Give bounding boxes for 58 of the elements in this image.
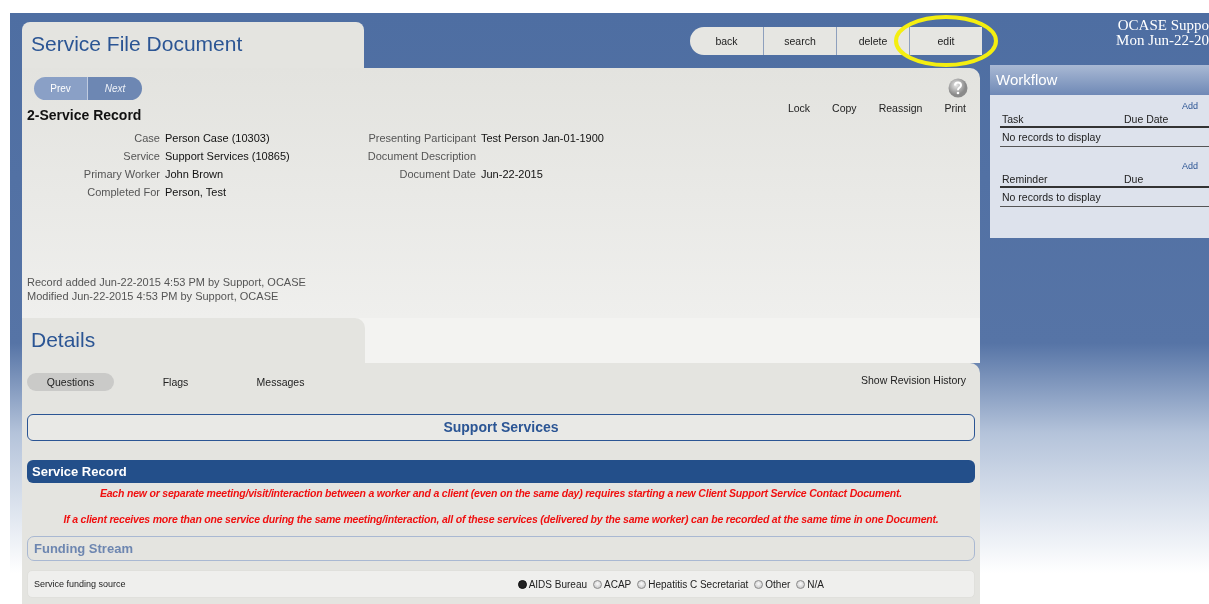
field-label: Document Date (398, 167, 476, 181)
field-label: Document Description (366, 149, 476, 163)
field-value: Jun-22-2015 (481, 167, 544, 181)
field-value: Test Person Jan-01-1900 (481, 131, 604, 145)
field-value: Support Services (10865) (165, 149, 291, 163)
field-label: Primary Worker (82, 167, 160, 181)
empty-message: No records to display (1002, 191, 1101, 203)
option-label: Hepatitis C Secretariat (648, 578, 749, 590)
tab[interactable]: Questions (27, 373, 114, 391)
radio-button[interactable] (796, 579, 806, 589)
column-header: Task (1002, 113, 1025, 125)
page-title: Service File Document (22, 22, 364, 68)
field-label: Completed For (86, 185, 160, 199)
field-label: Presenting Participant (367, 131, 476, 145)
panel-title: Workflow (990, 65, 1209, 95)
radio-button[interactable] (593, 579, 603, 589)
option-label: AIDS Bureau (528, 578, 588, 590)
user-info-text: Mon Jun-22-20 (1116, 33, 1209, 48)
instruction-text: Each new or separate meeting/visit/interaction between a worker and a client (even on the same day) requires starting a new Client Support Service Contact Document. (98, 487, 904, 499)
field-value: John Brown (165, 167, 225, 181)
toolbar-button[interactable]: edit (909, 27, 982, 55)
option-label: N/A (807, 578, 824, 590)
radio-button[interactable] (754, 579, 764, 589)
add-link[interactable]: Add (1182, 101, 1198, 111)
toolbar-button[interactable]: back (690, 27, 763, 55)
toolbar-button[interactable]: delete (836, 27, 909, 55)
form-title: Support Services (27, 414, 975, 441)
empty-message: No records to display (1002, 131, 1101, 143)
option-label: ACAP (604, 578, 632, 590)
question-label: Service funding source (34, 579, 126, 589)
revision-history-link[interactable]: Show Revision History (860, 374, 966, 386)
action-link[interactable]: Reassign (878, 102, 923, 114)
tab[interactable]: Messages (237, 373, 324, 391)
field-value: Person, Test (165, 185, 227, 199)
audit-text: Modified Jun-22-2015 4:53 PM by Support, OCASE (27, 289, 280, 303)
tab[interactable]: Flags (132, 373, 219, 391)
add-link[interactable]: Add (1182, 161, 1198, 171)
instruction-text: If a client receives more than one service during the same meeting/interaction, all of these services (delivered by the same worker) can be recorded at the same time in one Document. (62, 513, 940, 525)
user-info-text: OCASE Suppo (1117, 18, 1209, 33)
action-link[interactable]: Lock (787, 102, 811, 114)
audit-text: Record added Jun-22-2015 4:53 PM by Support, OCASE (27, 275, 307, 289)
radio-button[interactable] (517, 579, 527, 589)
help-icon[interactable] (948, 78, 968, 98)
field-label: Case (133, 131, 160, 145)
field-value: Person Case (10303) (165, 131, 271, 145)
radio-button[interactable] (637, 579, 647, 589)
toolbar-button[interactable]: search (763, 27, 836, 55)
field-label: Service (122, 149, 160, 163)
section-header: Service Record (27, 460, 975, 483)
option-label: Other (765, 578, 791, 590)
column-header: Due (1124, 173, 1145, 185)
column-header: Reminder (1002, 173, 1049, 185)
action-link[interactable]: Copy (832, 102, 857, 114)
subsection-header: Funding Stream (27, 536, 975, 561)
column-header: Due Date (1124, 113, 1170, 125)
action-link[interactable]: Print (944, 102, 966, 114)
section-title: Details (22, 318, 365, 363)
record-heading: 2-Service Record (27, 107, 142, 123)
